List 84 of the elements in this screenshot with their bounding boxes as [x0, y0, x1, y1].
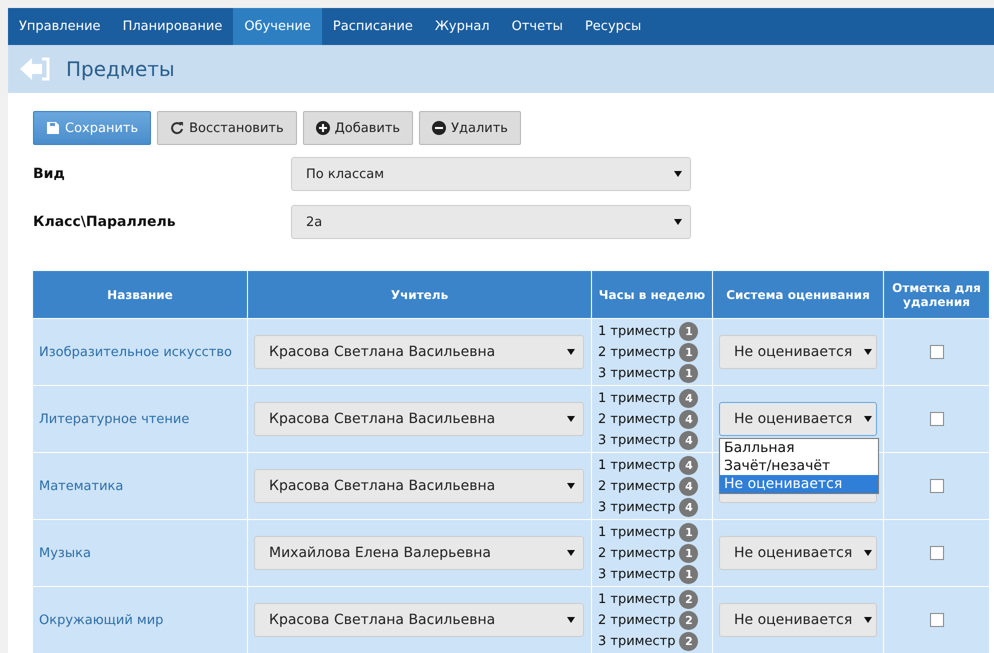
hours-badge: 1: [679, 364, 698, 382]
term-label: 1 триместр: [598, 458, 676, 472]
delete-checkbox[interactable]: [930, 412, 944, 426]
caret-icon: [567, 617, 575, 623]
nav-tab[interactable]: Управление: [8, 8, 112, 45]
hours-badge: 1: [679, 342, 698, 362]
nav-tab[interactable]: Ресурсы: [574, 8, 652, 45]
term-label: 1 триместр: [598, 592, 676, 606]
term-label: 3 триместр: [598, 366, 676, 380]
subject-link[interactable]: Математика: [39, 478, 124, 494]
hours-badge: 2: [679, 632, 698, 650]
subject-link[interactable]: Окружающий мир: [39, 612, 164, 628]
term-label: 1 триместр: [598, 524, 676, 540]
hours-badge: 4: [679, 410, 698, 428]
dropdown-option[interactable]: Не оценивается: [720, 475, 878, 493]
term-label: 3 триместр: [598, 432, 676, 448]
hours-badge: 2: [679, 610, 698, 630]
column-header: Отметка для удаления: [884, 271, 989, 318]
hours-badge: 4: [679, 498, 698, 516]
minus-circle-icon: [432, 121, 446, 135]
term-label: 1 триместр: [598, 324, 676, 338]
filter-label: Класс\Параллель: [33, 214, 177, 230]
term-label: 3 триместр: [598, 500, 676, 514]
teacher-select[interactable]: Красова Светлана Васильевна: [254, 603, 584, 637]
term-label: 3 триместр: [598, 634, 676, 648]
refresh-icon: [170, 121, 184, 135]
caret-icon: [864, 416, 872, 422]
column-header: Учитель: [248, 271, 591, 318]
caret-icon: [864, 550, 872, 556]
teacher-select[interactable]: Красова Светлана Васильевна: [254, 402, 584, 436]
term-label: 2 триместр: [598, 546, 676, 560]
term-label: 2 триместр: [598, 412, 676, 426]
hours-badge: 4: [679, 476, 698, 496]
restore-button[interactable]: Восстановить: [157, 111, 297, 145]
delete-checkbox[interactable]: [930, 345, 944, 359]
caret-icon: [864, 617, 872, 623]
hours-badge: 2: [679, 590, 698, 608]
term-label: 3 триместр: [598, 566, 676, 582]
hours-badge: 1: [679, 322, 698, 340]
nav-tab[interactable]: Обучение: [233, 8, 322, 45]
column-header: Название: [33, 271, 247, 318]
term-label: 2 триместр: [598, 612, 676, 628]
delete-checkbox[interactable]: [930, 613, 944, 627]
save-icon: [46, 121, 60, 135]
grading-select[interactable]: Не оценивается: [719, 402, 877, 436]
hours-badge: 1: [679, 544, 698, 562]
delete-checkbox[interactable]: [930, 546, 944, 560]
grading-select[interactable]: Не оценивается: [719, 536, 877, 570]
filter-select[interactable]: По классам: [291, 157, 691, 191]
hours-badge: 1: [679, 564, 698, 584]
term-label: 1 триместр: [598, 390, 676, 406]
teacher-select[interactable]: Красова Светлана Васильевна: [254, 469, 584, 503]
delete-checkbox[interactable]: [930, 479, 944, 493]
grading-select[interactable]: Не оценивается: [719, 603, 877, 637]
hours-badge: 4: [679, 388, 698, 408]
add-button[interactable]: Добавить: [302, 111, 414, 145]
teacher-select[interactable]: Красова Светлана Васильевна: [254, 335, 584, 369]
caret-icon: [567, 550, 575, 556]
nav-tab[interactable]: Расписание: [322, 8, 424, 45]
caret-icon: [674, 171, 682, 177]
hours-badge: 4: [679, 456, 698, 474]
caret-icon: [674, 219, 682, 225]
column-header: Часы в неделю: [592, 271, 712, 318]
column-header: Система оценивания: [713, 271, 883, 318]
term-label: 2 триместр: [598, 478, 676, 494]
plus-circle-icon: [316, 121, 330, 135]
teacher-select[interactable]: Михайлова Елена Валерьевна: [254, 536, 584, 570]
caret-icon: [567, 483, 575, 489]
filter-label: Вид: [33, 166, 66, 182]
caret-icon: [864, 349, 872, 355]
nav-tab[interactable]: Отчеты: [500, 8, 574, 45]
term-label: 2 триместр: [598, 344, 676, 360]
nav-tab[interactable]: Журнал: [424, 8, 501, 45]
filter-select[interactable]: 2а: [291, 205, 691, 239]
caret-icon: [567, 416, 575, 422]
delete-button[interactable]: Удалить: [419, 111, 521, 145]
page-title: Предметы: [66, 57, 175, 81]
grading-select[interactable]: Не оценивается: [719, 335, 877, 369]
hours-badge: 1: [679, 522, 698, 542]
nav-tab[interactable]: Планирование: [112, 8, 234, 45]
hours-badge: 4: [679, 430, 698, 450]
subject-link[interactable]: Музыка: [39, 546, 91, 560]
caret-icon: [567, 349, 575, 355]
subject-link[interactable]: Литературное чтение: [39, 412, 190, 426]
